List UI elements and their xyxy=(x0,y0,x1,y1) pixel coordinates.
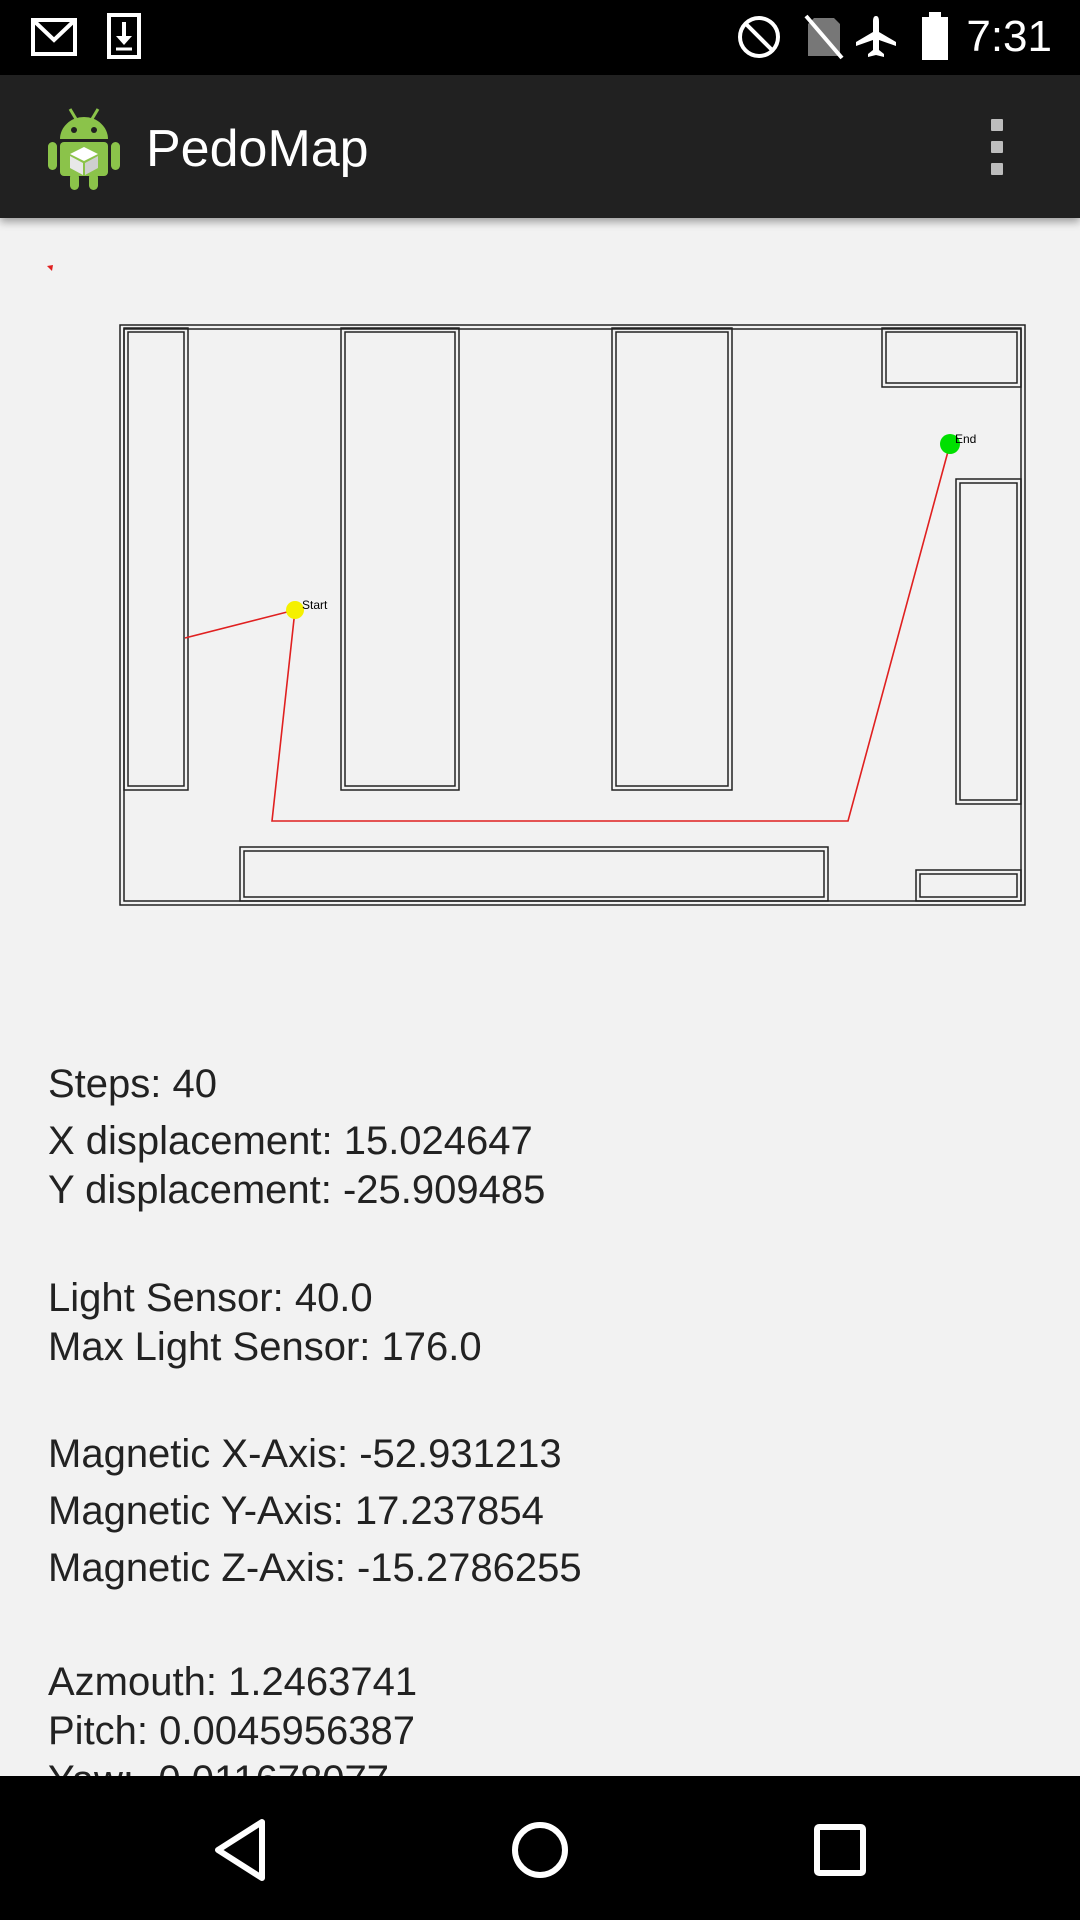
steps-text: Steps: 40 xyxy=(48,1062,218,1106)
walk-path xyxy=(184,443,951,822)
map-marker-icon xyxy=(47,265,53,271)
magnetic-x-text: Magnetic X-Axis: -52.931213 xyxy=(48,1432,562,1476)
map-inner-wall xyxy=(123,328,1022,902)
home-icon[interactable] xyxy=(500,1810,580,1890)
map-shelf xyxy=(955,478,1022,805)
azimuth-text: Azmouth: 1.2463741 xyxy=(48,1660,418,1704)
map-shelf xyxy=(959,482,1018,801)
recents-icon[interactable] xyxy=(800,1810,880,1890)
magnetic-z-text: Magnetic Z-Axis: -15.2786255 xyxy=(48,1546,582,1590)
y-displacement-text: Y displacement: -25.909485 xyxy=(48,1168,546,1212)
gmail-icon xyxy=(31,18,77,56)
back-icon[interactable] xyxy=(200,1810,280,1890)
floor-map: Start End xyxy=(47,265,1026,906)
light-sensor-text: Light Sensor: 40.0 xyxy=(48,1276,373,1320)
pitch-text: Pitch: 0.0045956387 xyxy=(48,1709,415,1753)
map-shelf xyxy=(611,327,733,791)
no-sim-icon xyxy=(804,14,844,60)
battery-icon xyxy=(922,12,948,60)
status-bar: 7:31 xyxy=(0,0,1080,75)
map-shelf xyxy=(615,331,729,787)
map-shelf xyxy=(885,331,1018,384)
magnetic-y-text: Magnetic Y-Axis: 17.237854 xyxy=(48,1489,544,1533)
do-not-disturb-icon xyxy=(738,16,780,58)
status-time: 7:31 xyxy=(966,12,1052,61)
map-shelf xyxy=(239,846,829,902)
navigation-bar xyxy=(0,1776,1080,1920)
main-content: Start End Steps: 40 X displacement: 15.0… xyxy=(0,218,1080,1776)
map-shelf xyxy=(340,327,460,791)
airplane-mode-icon xyxy=(856,16,896,57)
yaw-text: Yaw: -0.011678077 xyxy=(48,1756,389,1776)
map-shelf xyxy=(123,327,189,791)
overflow-menu-button[interactable] xyxy=(972,115,1022,179)
map-shelf xyxy=(243,850,825,898)
map-shelf xyxy=(127,331,185,787)
x-displacement-text: X displacement: 15.024647 xyxy=(48,1119,533,1163)
app-title: PedoMap xyxy=(146,120,369,178)
max-light-sensor-text: Max Light Sensor: 176.0 xyxy=(48,1325,482,1369)
start-label: Start xyxy=(302,598,328,612)
map-outer-wall xyxy=(119,324,1026,906)
download-icon xyxy=(107,13,141,59)
end-label: End xyxy=(955,432,976,446)
map-shelf xyxy=(881,327,1022,388)
map-shelf xyxy=(919,873,1018,898)
map-shelf xyxy=(344,331,456,787)
android-logo-icon xyxy=(48,108,120,190)
app-bar: PedoMap xyxy=(0,75,1080,218)
